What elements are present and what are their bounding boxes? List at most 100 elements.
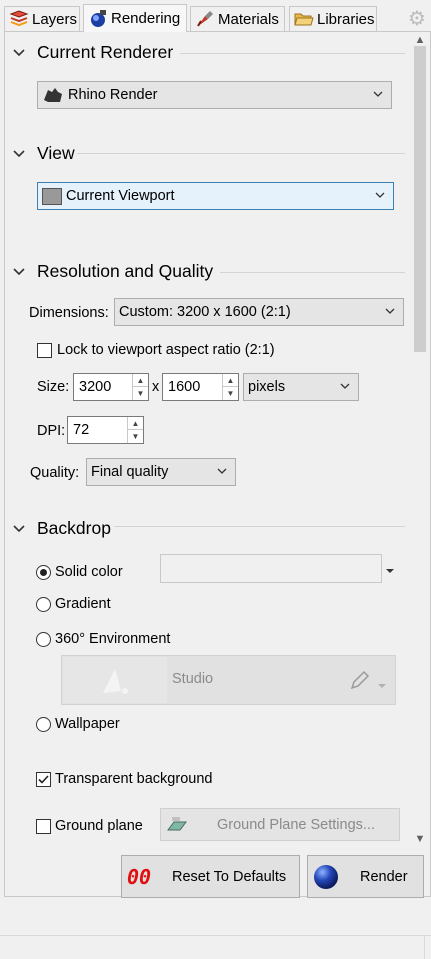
tab-layers[interactable]: Layers	[4, 6, 80, 31]
environment-thumbnail	[63, 657, 167, 703]
times-label: x	[152, 379, 160, 395]
quality-dropdown[interactable]: Final quality	[86, 458, 236, 486]
rhino-icon	[42, 86, 64, 104]
quality-label: Quality:	[30, 465, 80, 481]
section-title: Resolution and Quality	[37, 261, 214, 281]
dpi-input[interactable]: 72 ▲ ▼	[67, 416, 144, 444]
reset-to-defaults-button[interactable]: 00 Reset To Defaults	[121, 855, 300, 898]
transparent-bg-checkbox[interactable]	[36, 772, 51, 787]
status-bar	[0, 935, 431, 959]
chevron-down-icon[interactable]	[377, 677, 387, 688]
scrollbar-thumb[interactable]	[414, 46, 426, 352]
quality-value: Final quality	[91, 464, 169, 480]
height-stepper[interactable]: ▲ ▼	[222, 374, 238, 400]
ground-plane-settings-button[interactable]: Ground Plane Settings...	[160, 808, 400, 841]
tab-label: Layers	[32, 10, 78, 28]
tab-libraries[interactable]: Libraries	[289, 6, 377, 31]
transparent-bg-label: Transparent background	[55, 771, 213, 787]
renderer-dropdown[interactable]: Rhino Render	[37, 81, 392, 109]
width-stepper[interactable]: ▲ ▼	[132, 374, 148, 400]
dpi-label: DPI:	[37, 423, 66, 439]
wallpaper-radio[interactable]	[36, 717, 51, 732]
divider	[180, 53, 405, 54]
stepper-up-icon[interactable]: ▲	[128, 417, 143, 430]
dpi-value: 72	[73, 422, 90, 438]
divider	[114, 526, 405, 527]
chevron-down-icon	[13, 48, 25, 56]
folder-icon	[294, 10, 314, 28]
environment-selector[interactable]: Studio	[61, 655, 396, 705]
tab-materials[interactable]: Materials	[190, 6, 285, 31]
divider	[220, 272, 405, 273]
tab-rendering[interactable]: Rendering	[83, 4, 187, 32]
section-title: View	[37, 143, 75, 163]
render-label: Render	[360, 869, 408, 885]
panel-tabbar: Layers Rendering Materials Libraries ⚙	[0, 0, 431, 32]
chevron-down-icon	[13, 524, 25, 532]
viewport-icon	[42, 187, 62, 205]
reset-digits-icon: 00	[127, 865, 152, 889]
ground-plane-icon	[166, 816, 188, 834]
scroll-up-icon[interactable]: ▲	[413, 34, 427, 46]
section-header-renderer[interactable]: Current Renderer	[13, 42, 173, 63]
divider	[77, 153, 405, 154]
stepper-down-icon[interactable]: ▼	[223, 387, 238, 400]
size-label: Size:	[37, 379, 70, 395]
color-dropdown-arrow-icon[interactable]	[385, 563, 395, 573]
edit-pencil-icon[interactable]	[349, 669, 371, 691]
lock-aspect-checkbox[interactable]	[37, 343, 52, 358]
tab-label: Materials	[218, 10, 279, 28]
panel-content: Current Renderer Rhino Render View Curre…	[5, 32, 410, 896]
height-value: 1600	[168, 379, 201, 395]
rendering-icon	[88, 9, 108, 28]
chevron-down-icon	[373, 91, 383, 97]
ground-plane-label: Ground plane	[55, 818, 143, 834]
stepper-down-icon[interactable]: ▼	[128, 430, 143, 443]
section-header-view[interactable]: View	[13, 143, 75, 164]
scroll-down-icon[interactable]: ▼	[413, 833, 427, 845]
section-title: Backdrop	[37, 518, 111, 538]
dpi-stepper[interactable]: ▲ ▼	[127, 417, 143, 443]
solid-color-swatch[interactable]	[160, 554, 382, 583]
section-header-backdrop[interactable]: Backdrop	[13, 518, 111, 539]
tab-label: Libraries	[317, 10, 375, 28]
view-value: Current Viewport	[66, 188, 175, 204]
section-title: Current Renderer	[37, 42, 174, 62]
tab-label: Rendering	[111, 10, 181, 27]
reset-label: Reset To Defaults	[172, 869, 287, 885]
ground-plane-checkbox[interactable]	[36, 819, 51, 834]
status-divider	[424, 936, 425, 959]
lock-aspect-label: Lock to viewport aspect ratio (2:1)	[57, 342, 275, 358]
view-dropdown[interactable]: Current Viewport	[37, 182, 394, 210]
dimensions-dropdown[interactable]: Custom: 3200 x 1600 (2:1)	[114, 298, 404, 326]
chevron-down-icon	[340, 383, 350, 389]
gear-icon[interactable]: ⚙	[407, 9, 427, 29]
width-value: 3200	[79, 379, 112, 395]
dimensions-value: Custom: 3200 x 1600 (2:1)	[119, 304, 291, 320]
chevron-down-icon	[217, 468, 227, 474]
render-sphere-icon	[313, 864, 339, 890]
units-dropdown[interactable]: pixels	[243, 373, 359, 401]
gradient-label: Gradient	[55, 596, 111, 612]
stepper-up-icon[interactable]: ▲	[133, 374, 148, 387]
width-input[interactable]: 3200 ▲ ▼	[73, 373, 149, 401]
height-input[interactable]: 1600 ▲ ▼	[162, 373, 239, 401]
vertical-scrollbar[interactable]: ▲ ▼	[409, 32, 430, 851]
ground-plane-settings-label: Ground Plane Settings...	[217, 817, 375, 833]
stepper-up-icon[interactable]: ▲	[223, 374, 238, 387]
chevron-down-icon	[13, 149, 25, 157]
gradient-radio[interactable]	[36, 597, 51, 612]
environment-radio[interactable]	[36, 632, 51, 647]
chevron-down-icon	[375, 192, 385, 198]
chevron-down-icon	[385, 308, 395, 314]
section-header-resolution[interactable]: Resolution and Quality	[13, 261, 213, 282]
materials-icon	[195, 10, 215, 28]
stepper-down-icon[interactable]: ▼	[133, 387, 148, 400]
solid-color-label: Solid color	[55, 564, 123, 580]
chevron-down-icon	[13, 267, 25, 275]
solid-color-radio[interactable]	[36, 565, 51, 580]
checkmark-icon	[38, 775, 49, 784]
rendering-panel: Current Renderer Rhino Render View Curre…	[4, 31, 431, 898]
render-button[interactable]: Render	[307, 855, 424, 898]
units-value: pixels	[248, 379, 286, 395]
